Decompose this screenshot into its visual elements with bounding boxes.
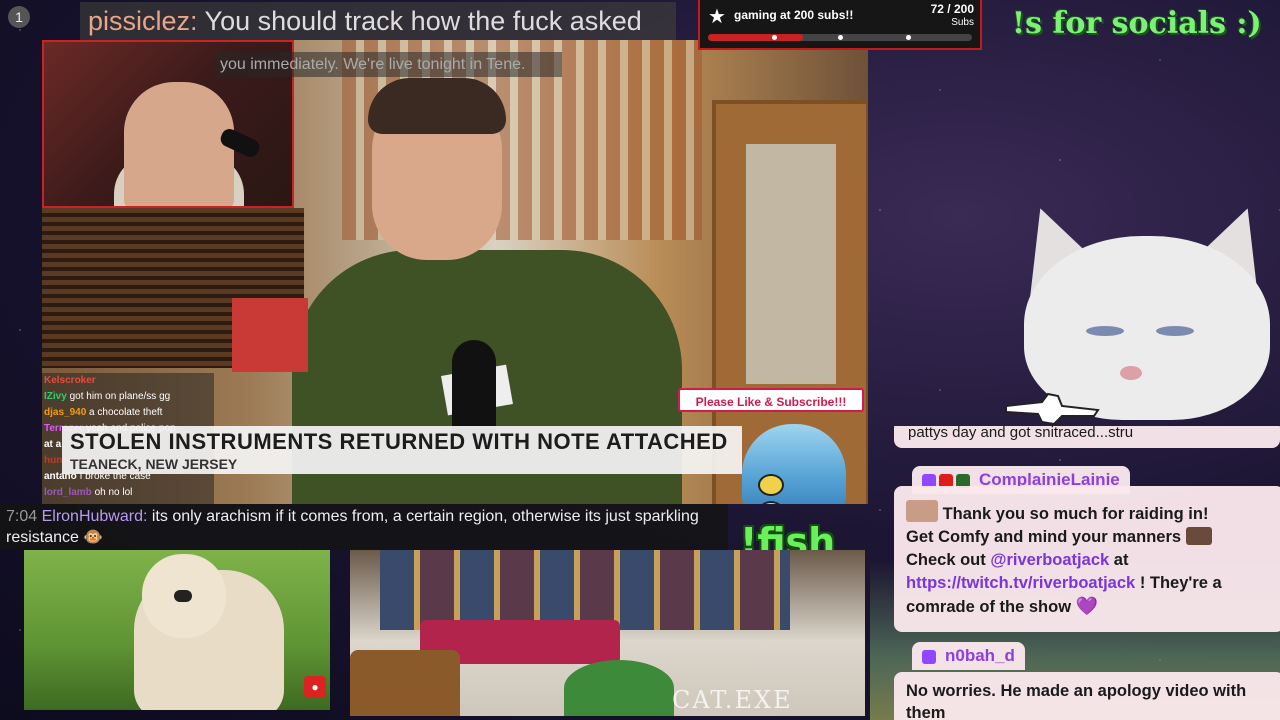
- microphone-icon: [452, 340, 496, 440]
- chat-timestamp: 7:04: [6, 508, 38, 525]
- progress-marker: [906, 35, 911, 40]
- embedded-chat-message: got him on plane/ss gg: [69, 391, 171, 402]
- chat-text: at: [1113, 551, 1129, 569]
- record-icon: ●: [304, 676, 326, 698]
- twitch-channel-link[interactable]: https://twitch.tv/riverboatjack: [906, 574, 1135, 592]
- top-chat-overlay: pissiclez: You should track how the fuck…: [80, 2, 676, 40]
- chat-username-n0bah: n0bah_d: [945, 646, 1015, 665]
- sub-goal-label: Subs: [951, 17, 974, 28]
- crochet-blanket: [380, 550, 790, 630]
- progress-marker: [838, 35, 843, 40]
- news-location: TEANECK, NEW JERSEY: [70, 456, 238, 472]
- chat-text: Get Comfy and mind your manners: [906, 528, 1182, 546]
- embedded-chat-username: IZivy: [44, 391, 67, 402]
- cat-exe-watermark: CAT.EXE: [672, 686, 793, 714]
- main-video-player[interactable]: you immediately. We're live tonight in T…: [42, 40, 868, 504]
- sub-goal-count: 72 / 200: [930, 2, 974, 16]
- subscribe-banner: Please Like & Subscribe!!!: [678, 388, 864, 412]
- embedded-chat-line: IZivy got him on plane/ss gg: [42, 389, 214, 405]
- dog-nose: [174, 590, 192, 602]
- cat-emote-icon: [1185, 527, 1212, 545]
- top-chat-message: You should track how the fuck asked: [204, 6, 642, 36]
- embedded-chat-message: oh no lol: [94, 487, 133, 498]
- previous-chat-message: pattys day and got snitraced...stru: [894, 426, 1280, 448]
- embedded-chat-line: djas_940 a chocolate theft: [42, 405, 214, 421]
- embedded-chat-message: a chocolate theft: [89, 407, 163, 418]
- embedded-chat-username: lord_lamb: [44, 487, 92, 498]
- twitch-icon: [922, 649, 936, 664]
- chat-text: No worries. He made an apology video wit…: [906, 682, 1247, 720]
- plant: [564, 660, 674, 716]
- embedded-chat-username: at a: [44, 439, 62, 450]
- side-chat-panel: pattys day and got snitraced...stru Comp…: [894, 426, 1280, 720]
- wicker-basket: [350, 650, 460, 716]
- chat-message-n0bah: No worries. He made an apology video wit…: [894, 672, 1280, 720]
- pointing-hand-icon: [1005, 392, 1100, 426]
- cat-eye-right: [1156, 326, 1194, 336]
- socials-command-text: !s for socials :): [1012, 6, 1262, 41]
- chat-text: Thank you so much for raiding in!: [942, 505, 1209, 523]
- notification-badge: 1: [8, 6, 30, 28]
- sub-goal-title: gaming at 200 subs!!: [734, 8, 854, 22]
- embedded-chat-username: Kelscroker: [44, 375, 96, 386]
- dog-video[interactable]: ●: [24, 550, 330, 710]
- mention-link[interactable]: @riverboatjack: [990, 551, 1109, 569]
- vtuber-eyes: [758, 474, 828, 504]
- chat-name-tag: n0bah_d: [912, 642, 1025, 670]
- chat-badges: [922, 643, 939, 671]
- face-emote-icon: [906, 500, 938, 522]
- sub-goal-widget: ★ gaming at 200 subs!! 72 / 200 Subs: [698, 0, 982, 50]
- purple-heart-icon: 💜: [1075, 596, 1099, 616]
- cat-eye-left: [1086, 326, 1124, 336]
- door-window: [746, 144, 836, 384]
- chat-text: Check out: [906, 551, 986, 569]
- sub-goal-progress-fill: [708, 34, 804, 41]
- live-captions: you immediately. We're live tonight in T…: [216, 52, 562, 77]
- streamer-face: [124, 82, 234, 206]
- news-lower-third: STOLEN INSTRUMENTS RETURNED WITH NOTE AT…: [62, 426, 742, 474]
- embedded-chat-line: Kelscroker: [42, 373, 214, 389]
- chat-message-complainielainie: Thank you so much for raiding in! Get Co…: [894, 486, 1280, 632]
- cat-exe-video[interactable]: CAT.EXE: [350, 550, 865, 716]
- embedded-chat-username: djas_940: [44, 407, 87, 418]
- embedded-chat-line: lord_lamb oh no lol: [42, 485, 214, 501]
- top-chat-username: pissiclez:: [88, 6, 198, 36]
- reporter-hair: [368, 78, 506, 134]
- sub-goal-progress-track: [708, 34, 972, 41]
- bottom-chat-overlay: 7:04 ElronHubward: its only arachism if …: [0, 504, 728, 550]
- star-icon: ★: [708, 6, 726, 28]
- progress-marker: [772, 35, 777, 40]
- chat-username: ElronHubward:: [41, 508, 148, 525]
- wall-poster: [232, 298, 308, 372]
- news-headline: STOLEN INSTRUMENTS RETURNED WITH NOTE AT…: [70, 429, 728, 454]
- cat-nose: [1120, 366, 1142, 380]
